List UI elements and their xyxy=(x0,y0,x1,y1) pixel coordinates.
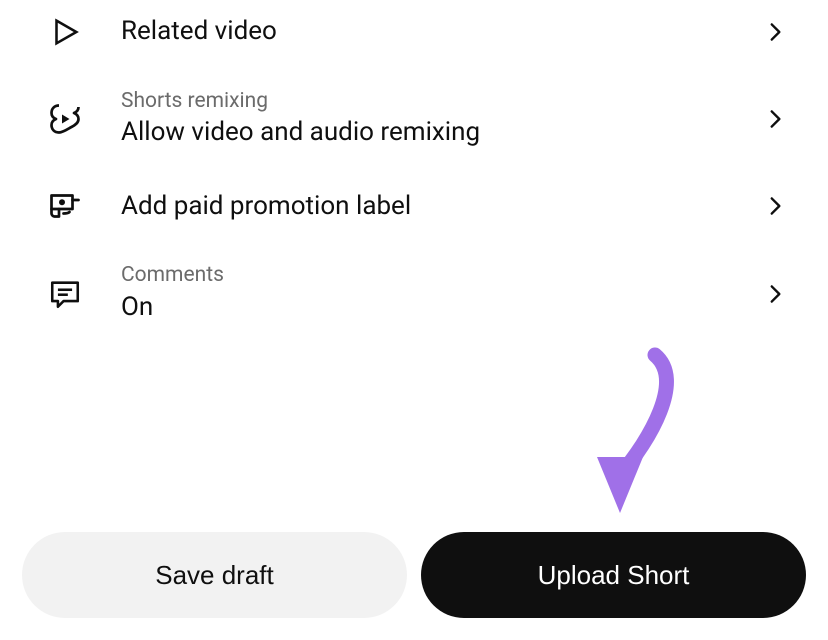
play-icon xyxy=(45,12,85,52)
setting-row-shorts-remixing[interactable]: Shorts remixing Allow video and audio re… xyxy=(0,70,828,168)
chevron-right-icon xyxy=(762,281,788,307)
comments-icon xyxy=(45,274,85,314)
chevron-right-icon xyxy=(762,193,788,219)
setting-row-comments[interactable]: Comments On xyxy=(0,244,828,342)
setting-row-related-video[interactable]: Related video xyxy=(0,0,828,70)
save-draft-button[interactable]: Save draft xyxy=(22,532,407,618)
shorts-remix-icon xyxy=(45,99,85,139)
upload-short-button[interactable]: Upload Short xyxy=(421,532,806,618)
chevron-right-icon xyxy=(762,106,788,132)
button-label: Upload Short xyxy=(538,560,690,591)
setting-label: Add paid promotion label xyxy=(121,189,762,224)
paid-promotion-icon xyxy=(45,186,85,226)
bottom-button-bar: Save draft Upload Short xyxy=(22,532,806,618)
setting-secondary-label: Shorts remixing xyxy=(121,88,762,115)
setting-primary-label: On xyxy=(121,290,762,325)
settings-list: Related video Shorts remixing Allow vide… xyxy=(0,0,828,343)
setting-secondary-label: Comments xyxy=(121,262,762,289)
setting-row-paid-promotion[interactable]: Add paid promotion label xyxy=(0,168,828,244)
setting-primary-label: Allow video and audio remixing xyxy=(121,115,762,150)
chevron-right-icon xyxy=(762,19,788,45)
button-label: Save draft xyxy=(155,560,274,591)
annotation-arrow-icon xyxy=(575,345,695,525)
setting-label: Related video xyxy=(121,14,762,49)
